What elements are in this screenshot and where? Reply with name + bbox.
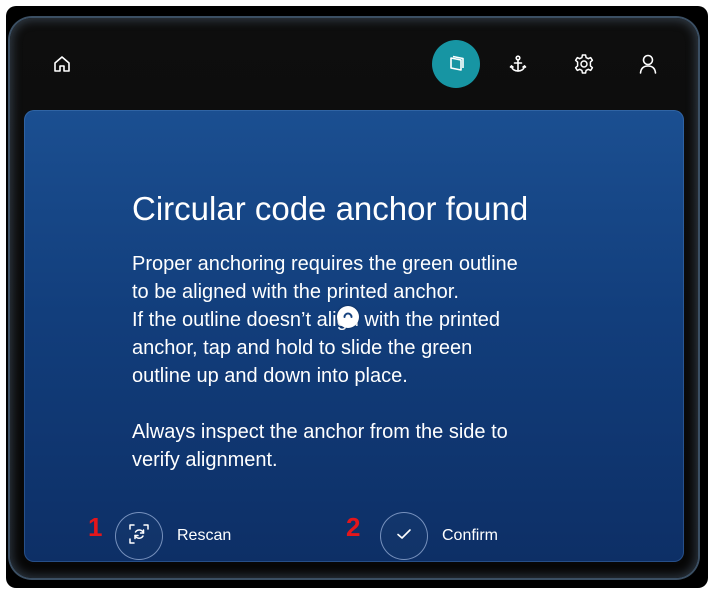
settings-button[interactable] [560, 40, 608, 88]
scan-icon [446, 54, 466, 74]
user-button[interactable] [624, 40, 672, 88]
anchor-found-dialog: Circular code anchor found Proper anchor… [24, 110, 684, 562]
annotation-marker-2: 2 [346, 512, 361, 542]
dialog-instructions: Proper anchoring requires the green outl… [132, 250, 602, 474]
top-toolbar [10, 18, 698, 110]
rescan-label[interactable]: Rescan [177, 527, 231, 545]
anchor-icon [508, 54, 528, 74]
confirm-circle[interactable] [380, 512, 428, 560]
confirm-button[interactable]: Confirm [380, 510, 498, 562]
gaze-cursor [337, 306, 359, 328]
rescan-circle[interactable] [115, 512, 163, 560]
annotation-marker-1: 1 [88, 512, 103, 542]
instruction-line: Always inspect the anchor from the side … [132, 421, 508, 443]
confirm-label[interactable]: Confirm [442, 527, 498, 545]
checkmark-icon [395, 525, 413, 547]
dialog-title: Circular code anchor found [132, 190, 529, 227]
gear-icon [573, 53, 595, 75]
rescan-icon [128, 523, 150, 549]
instruction-line: to be aligned with the printed anchor. [132, 281, 459, 303]
instruction-line: anchor, tap and hold to slide the green [132, 337, 473, 359]
scan-button[interactable] [432, 40, 480, 88]
home-button[interactable] [38, 40, 86, 88]
cursor-icon [341, 308, 355, 327]
app-window: Circular code anchor found Proper anchor… [10, 18, 698, 578]
instruction-line: outline up and down into place. [132, 365, 408, 387]
user-icon [638, 53, 658, 75]
instruction-line: verify alignment. [132, 449, 278, 471]
instruction-line: Proper anchoring requires the green outl… [132, 253, 518, 275]
instruction-line: If the outline doesn’t align with the pr… [132, 309, 501, 331]
rescan-button[interactable]: Rescan [115, 510, 231, 562]
home-icon [52, 54, 72, 74]
anchor-button[interactable] [494, 40, 542, 88]
